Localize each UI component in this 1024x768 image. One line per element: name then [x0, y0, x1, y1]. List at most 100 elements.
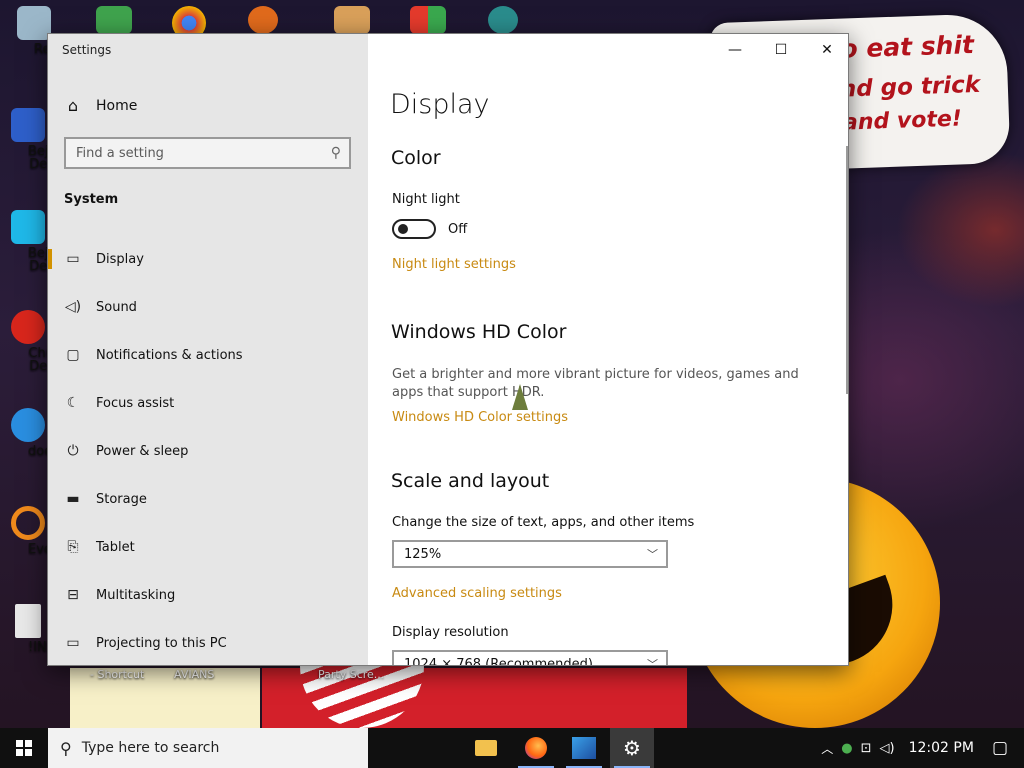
chevron-down-icon: ﹀	[647, 548, 658, 561]
desktop-icon-bejeweled-1[interactable]: Bejewe Delux	[4, 108, 68, 171]
window-title: Settings	[62, 43, 112, 57]
sidebar-nav: ▭ Display ◁) Sound ▢ Notifications & act…	[48, 235, 368, 665]
sidebar-item-label: Sound	[96, 299, 137, 315]
minimize-button[interactable]: —	[712, 34, 758, 66]
office-icon[interactable]	[410, 6, 446, 34]
bejeweled-gem-icon	[11, 210, 45, 244]
moon-icon: ☾	[66, 395, 80, 411]
notification-icon: ▢	[66, 347, 80, 363]
folder-icon	[475, 740, 497, 756]
desktop-icon-bejeweled-2[interactable]: Bejewe Delux	[4, 210, 68, 273]
bird-icon	[11, 408, 45, 442]
sidebar-item-label: Storage	[96, 491, 147, 507]
recycle-bin-icon	[17, 6, 51, 40]
volume-icon[interactable]: ◁)	[880, 741, 895, 756]
firefox-taskbar-button[interactable]	[514, 728, 558, 768]
game-icon[interactable]	[334, 6, 370, 34]
desktop-label-shortcut: - Shortcut	[90, 668, 145, 681]
sidebar-item-notifications[interactable]: ▢ Notifications & actions	[48, 331, 368, 379]
xp-app-taskbar-button[interactable]	[562, 728, 606, 768]
sign-line: and vote!	[842, 106, 963, 136]
sidebar: Settings ⌂ Home ⚲ System ▭ Display ◁) So…	[48, 34, 368, 665]
search-icon: ⚲	[60, 738, 72, 758]
network-icon[interactable]: ⊡	[861, 741, 872, 756]
resolution-dropdown[interactable]: 1024 × 768 (Recommended) ﹀	[392, 650, 668, 666]
home-icon: ⌂	[67, 96, 79, 115]
chevron-up-icon[interactable]: ︿	[821, 740, 833, 757]
desktop-icon-chuzzle[interactable]: Chuzz Delux	[4, 310, 68, 373]
sidebar-item-label: Notifications & actions	[96, 347, 243, 363]
maximize-button[interactable]: ☐	[758, 34, 804, 66]
sidebar-item-sound[interactable]: ◁) Sound	[48, 283, 368, 331]
settings-taskbar-button[interactable]: ⚙	[610, 728, 654, 768]
find-setting-search[interactable]: ⚲	[64, 137, 351, 169]
page-title: Display	[390, 89, 490, 120]
taskbar-search-placeholder: Type here to search	[81, 740, 220, 756]
bejeweled-icon	[11, 108, 45, 142]
everything-search-icon	[11, 506, 45, 540]
sidebar-item-tablet[interactable]: ⎘ Tablet	[48, 523, 368, 571]
hd-color-description: Get a brighter and more vibrant picture …	[392, 367, 799, 400]
sidebar-item-label: Tablet	[96, 539, 135, 555]
sidebar-item-storage[interactable]: ▬ Storage	[48, 475, 368, 523]
action-center-icon[interactable]: ▢	[992, 738, 1008, 758]
sidebar-item-label: Display	[96, 251, 144, 267]
hd-color-settings-link[interactable]: Windows HD Color settings	[392, 410, 568, 425]
search-icon[interactable]: ⚲	[331, 145, 341, 161]
windows-logo-icon	[16, 740, 32, 756]
chuzzle-icon	[11, 310, 45, 344]
home-nav-item[interactable]: ⌂ Home	[64, 96, 137, 115]
monitor-icon: ▭	[66, 251, 80, 267]
system-tray: ︿ ● ⊡ ◁) 12:02 PM ▢	[817, 728, 1024, 768]
chevron-down-icon: ﹀	[647, 658, 658, 666]
resolution-value: 1024 × 768 (Recommended)	[404, 656, 593, 666]
sidebar-item-display[interactable]: ▭ Display	[48, 235, 368, 283]
photo-app-icon[interactable]	[248, 6, 278, 34]
desktop-icon-doesnt[interactable]: doesnt	[4, 408, 72, 458]
advanced-scaling-link[interactable]: Advanced scaling settings	[392, 586, 562, 601]
projector-icon: ▭	[66, 635, 80, 651]
taskbar-search[interactable]: ⚲ Type here to search	[48, 728, 368, 768]
night-light-state: Off	[448, 222, 468, 237]
sign-line: o eat shit	[839, 30, 975, 64]
toggle-knob	[398, 224, 408, 234]
night-light-settings-link[interactable]: Night light settings	[392, 257, 516, 272]
sidebar-item-multitasking[interactable]: ⊟ Multitasking	[48, 571, 368, 619]
sidebar-item-focus-assist[interactable]: ☾ Focus assist	[48, 379, 368, 427]
sidebar-item-label: Multitasking	[96, 587, 176, 603]
desktop-label-party: Party Scre...	[318, 668, 385, 681]
home-label: Home	[96, 97, 138, 114]
scale-dropdown[interactable]: 125% ﹀	[392, 540, 668, 568]
green-users-icon[interactable]	[96, 6, 132, 34]
color-heading: Color	[391, 147, 441, 169]
desktop-icon-install[interactable]: !INSTALL	[4, 604, 85, 654]
search-input[interactable]	[76, 145, 331, 161]
character-icon[interactable]	[488, 6, 518, 34]
night-light-toggle[interactable]	[392, 219, 436, 239]
close-button[interactable]: ✕	[804, 34, 848, 66]
desktop-label-avians: AVIANS	[174, 668, 215, 681]
multitasking-icon: ⊟	[67, 587, 79, 603]
night-light-label: Night light	[392, 192, 460, 207]
sidebar-item-power-sleep[interactable]: ⏻ Power & sleep	[48, 427, 368, 475]
sign-line: nd go trick	[839, 71, 981, 103]
scrollbar[interactable]	[846, 146, 848, 394]
scale-value: 125%	[404, 546, 442, 562]
mouse-cursor-icon	[512, 384, 528, 410]
content-pane: — ☐ ✕ Display Color Night light Off Nigh…	[368, 34, 848, 666]
storage-icon: ▬	[66, 491, 80, 507]
clock[interactable]: 12:02 PM	[909, 740, 974, 756]
hd-color-heading: Windows HD Color	[391, 321, 567, 343]
start-button[interactable]	[0, 728, 48, 768]
section-title: System	[64, 192, 119, 207]
sidebar-item-label: Power & sleep	[96, 443, 189, 459]
file-explorer-taskbar-button[interactable]	[464, 728, 508, 768]
resolution-label: Display resolution	[392, 625, 509, 640]
desktop-icon-everything[interactable]: Everyth	[4, 506, 78, 556]
settings-window: Settings ⌂ Home ⚲ System ▭ Display ◁) So…	[47, 33, 849, 666]
sidebar-item-projecting[interactable]: ▭ Projecting to this PC	[48, 619, 368, 665]
sidebar-item-label: Focus assist	[96, 395, 175, 411]
text-file-icon	[15, 604, 41, 638]
size-label: Change the size of text, apps, and other…	[392, 515, 695, 530]
user-status-icon[interactable]: ●	[841, 741, 852, 756]
